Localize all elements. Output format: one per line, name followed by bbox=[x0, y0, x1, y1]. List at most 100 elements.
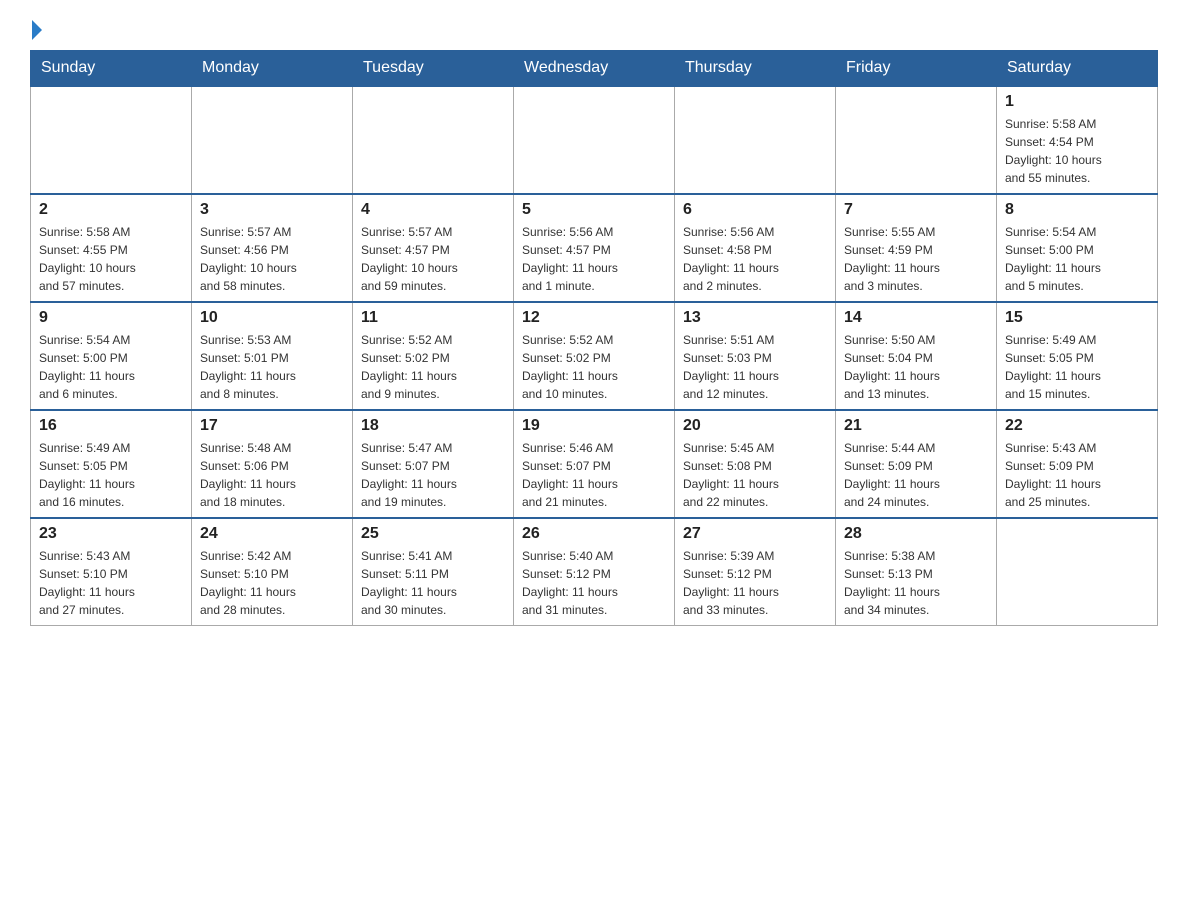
day-info: Sunrise: 5:38 AM Sunset: 5:13 PM Dayligh… bbox=[844, 547, 988, 619]
calendar-week-4: 16 Sunrise: 5:49 AM Sunset: 5:05 PM Dayli… bbox=[31, 410, 1158, 518]
calendar-cell: 20 Sunrise: 5:45 AM Sunset: 5:08 PM Dayli… bbox=[675, 410, 836, 518]
calendar-cell: 28 Sunrise: 5:38 AM Sunset: 5:13 PM Dayli… bbox=[836, 518, 997, 626]
calendar-cell: 7Sunrise: 5:55 AM Sunset: 4:59 PM Daylig… bbox=[836, 194, 997, 302]
calendar-cell: 2 Sunrise: 5:58 AM Sunset: 4:55 PM Daylig… bbox=[31, 194, 192, 302]
calendar-cell: 6 Sunrise: 5:56 AM Sunset: 4:58 PM Daylig… bbox=[675, 194, 836, 302]
day-info: Sunrise: 5:41 AM Sunset: 5:11 PM Dayligh… bbox=[361, 547, 505, 619]
day-info: Sunrise: 5:39 AM Sunset: 5:12 PM Dayligh… bbox=[683, 547, 827, 619]
calendar-cell: 18 Sunrise: 5:47 AM Sunset: 5:07 PM Dayli… bbox=[353, 410, 514, 518]
calendar-table: SundayMondayTuesdayWednesdayThursdayFrid… bbox=[30, 50, 1158, 626]
day-info: Sunrise: 5:51 AM Sunset: 5:03 PM Dayligh… bbox=[683, 331, 827, 403]
day-number: 8 bbox=[1005, 201, 1149, 219]
calendar-cell: 16 Sunrise: 5:49 AM Sunset: 5:05 PM Dayli… bbox=[31, 410, 192, 518]
calendar-cell: 12 Sunrise: 5:52 AM Sunset: 5:02 PM Dayli… bbox=[514, 302, 675, 410]
day-info: Sunrise: 5:48 AM Sunset: 5:06 PM Dayligh… bbox=[200, 439, 344, 511]
calendar-cell: 1 Sunrise: 5:58 AM Sunset: 4:54 PM Daylig… bbox=[997, 86, 1158, 194]
calendar-cell: 27 Sunrise: 5:39 AM Sunset: 5:12 PM Dayli… bbox=[675, 518, 836, 626]
calendar-cell: 22 Sunrise: 5:43 AM Sunset: 5:09 PM Dayli… bbox=[997, 410, 1158, 518]
calendar-week-1: 1 Sunrise: 5:58 AM Sunset: 4:54 PM Daylig… bbox=[31, 86, 1158, 194]
calendar-week-3: 9 Sunrise: 5:54 AM Sunset: 5:00 PM Daylig… bbox=[31, 302, 1158, 410]
calendar-cell: 13 Sunrise: 5:51 AM Sunset: 5:03 PM Dayli… bbox=[675, 302, 836, 410]
calendar-cell: 23Sunrise: 5:43 AM Sunset: 5:10 PM Dayli… bbox=[31, 518, 192, 626]
calendar-cell: 21 Sunrise: 5:44 AM Sunset: 5:09 PM Dayli… bbox=[836, 410, 997, 518]
calendar-cell bbox=[192, 86, 353, 194]
calendar-cell: 4Sunrise: 5:57 AM Sunset: 4:57 PM Daylig… bbox=[353, 194, 514, 302]
day-number: 2 bbox=[39, 201, 183, 219]
day-number: 21 bbox=[844, 417, 988, 435]
day-number: 15 bbox=[1005, 309, 1149, 327]
calendar-cell: 24 Sunrise: 5:42 AM Sunset: 5:10 PM Dayli… bbox=[192, 518, 353, 626]
day-number: 1 bbox=[1005, 93, 1149, 111]
day-info: Sunrise: 5:53 AM Sunset: 5:01 PM Dayligh… bbox=[200, 331, 344, 403]
day-info: Sunrise: 5:56 AM Sunset: 4:57 PM Dayligh… bbox=[522, 223, 666, 295]
day-info: Sunrise: 5:49 AM Sunset: 5:05 PM Dayligh… bbox=[1005, 331, 1149, 403]
calendar-cell bbox=[31, 86, 192, 194]
day-number: 20 bbox=[683, 417, 827, 435]
day-info: Sunrise: 5:52 AM Sunset: 5:02 PM Dayligh… bbox=[522, 331, 666, 403]
day-number: 14 bbox=[844, 309, 988, 327]
day-number: 27 bbox=[683, 525, 827, 543]
day-number: 12 bbox=[522, 309, 666, 327]
day-info: Sunrise: 5:42 AM Sunset: 5:10 PM Dayligh… bbox=[200, 547, 344, 619]
calendar-cell bbox=[353, 86, 514, 194]
calendar-cell: 14 Sunrise: 5:50 AM Sunset: 5:04 PM Dayli… bbox=[836, 302, 997, 410]
day-info: Sunrise: 5:55 AM Sunset: 4:59 PM Dayligh… bbox=[844, 223, 988, 295]
calendar-cell: 19 Sunrise: 5:46 AM Sunset: 5:07 PM Dayli… bbox=[514, 410, 675, 518]
day-number: 3 bbox=[200, 201, 344, 219]
day-number: 19 bbox=[522, 417, 666, 435]
day-info: Sunrise: 5:57 AM Sunset: 4:57 PM Dayligh… bbox=[361, 223, 505, 295]
day-info: Sunrise: 5:43 AM Sunset: 5:09 PM Dayligh… bbox=[1005, 439, 1149, 511]
day-info: Sunrise: 5:52 AM Sunset: 5:02 PM Dayligh… bbox=[361, 331, 505, 403]
day-number: 23 bbox=[39, 525, 183, 543]
calendar-cell bbox=[997, 518, 1158, 626]
day-info: Sunrise: 5:54 AM Sunset: 5:00 PM Dayligh… bbox=[39, 331, 183, 403]
day-info: Sunrise: 5:56 AM Sunset: 4:58 PM Dayligh… bbox=[683, 223, 827, 295]
calendar-cell bbox=[514, 86, 675, 194]
day-info: Sunrise: 5:45 AM Sunset: 5:08 PM Dayligh… bbox=[683, 439, 827, 511]
calendar-cell: 5Sunrise: 5:56 AM Sunset: 4:57 PM Daylig… bbox=[514, 194, 675, 302]
calendar-cell: 9 Sunrise: 5:54 AM Sunset: 5:00 PM Daylig… bbox=[31, 302, 192, 410]
day-info: Sunrise: 5:57 AM Sunset: 4:56 PM Dayligh… bbox=[200, 223, 344, 295]
weekday-header-saturday: Saturday bbox=[997, 51, 1158, 87]
day-number: 24 bbox=[200, 525, 344, 543]
day-number: 13 bbox=[683, 309, 827, 327]
day-info: Sunrise: 5:58 AM Sunset: 4:55 PM Dayligh… bbox=[39, 223, 183, 295]
weekday-header-monday: Monday bbox=[192, 51, 353, 87]
day-number: 17 bbox=[200, 417, 344, 435]
day-number: 16 bbox=[39, 417, 183, 435]
calendar-cell: 10Sunrise: 5:53 AM Sunset: 5:01 PM Dayli… bbox=[192, 302, 353, 410]
weekday-header-tuesday: Tuesday bbox=[353, 51, 514, 87]
calendar-cell bbox=[836, 86, 997, 194]
day-number: 28 bbox=[844, 525, 988, 543]
day-number: 22 bbox=[1005, 417, 1149, 435]
weekday-header-friday: Friday bbox=[836, 51, 997, 87]
calendar-cell bbox=[675, 86, 836, 194]
day-info: Sunrise: 5:40 AM Sunset: 5:12 PM Dayligh… bbox=[522, 547, 666, 619]
calendar-week-5: 23Sunrise: 5:43 AM Sunset: 5:10 PM Dayli… bbox=[31, 518, 1158, 626]
day-info: Sunrise: 5:47 AM Sunset: 5:07 PM Dayligh… bbox=[361, 439, 505, 511]
day-info: Sunrise: 5:58 AM Sunset: 4:54 PM Dayligh… bbox=[1005, 115, 1149, 187]
day-number: 9 bbox=[39, 309, 183, 327]
weekday-header-sunday: Sunday bbox=[31, 51, 192, 87]
logo-arrow-icon bbox=[32, 20, 42, 40]
day-info: Sunrise: 5:50 AM Sunset: 5:04 PM Dayligh… bbox=[844, 331, 988, 403]
weekday-header-wednesday: Wednesday bbox=[514, 51, 675, 87]
day-info: Sunrise: 5:44 AM Sunset: 5:09 PM Dayligh… bbox=[844, 439, 988, 511]
day-number: 18 bbox=[361, 417, 505, 435]
calendar-cell: 11Sunrise: 5:52 AM Sunset: 5:02 PM Dayli… bbox=[353, 302, 514, 410]
day-number: 6 bbox=[683, 201, 827, 219]
weekday-header-thursday: Thursday bbox=[675, 51, 836, 87]
calendar-cell: 17 Sunrise: 5:48 AM Sunset: 5:06 PM Dayli… bbox=[192, 410, 353, 518]
day-number: 25 bbox=[361, 525, 505, 543]
calendar-week-2: 2 Sunrise: 5:58 AM Sunset: 4:55 PM Daylig… bbox=[31, 194, 1158, 302]
calendar-cell: 15 Sunrise: 5:49 AM Sunset: 5:05 PM Dayli… bbox=[997, 302, 1158, 410]
calendar-header: SundayMondayTuesdayWednesdayThursdayFrid… bbox=[31, 51, 1158, 87]
calendar-cell: 8 Sunrise: 5:54 AM Sunset: 5:00 PM Daylig… bbox=[997, 194, 1158, 302]
day-info: Sunrise: 5:49 AM Sunset: 5:05 PM Dayligh… bbox=[39, 439, 183, 511]
day-number: 26 bbox=[522, 525, 666, 543]
logo bbox=[30, 20, 42, 40]
day-info: Sunrise: 5:46 AM Sunset: 5:07 PM Dayligh… bbox=[522, 439, 666, 511]
calendar-body: 1 Sunrise: 5:58 AM Sunset: 4:54 PM Daylig… bbox=[31, 86, 1158, 626]
day-info: Sunrise: 5:54 AM Sunset: 5:00 PM Dayligh… bbox=[1005, 223, 1149, 295]
weekday-header-row: SundayMondayTuesdayWednesdayThursdayFrid… bbox=[31, 51, 1158, 87]
